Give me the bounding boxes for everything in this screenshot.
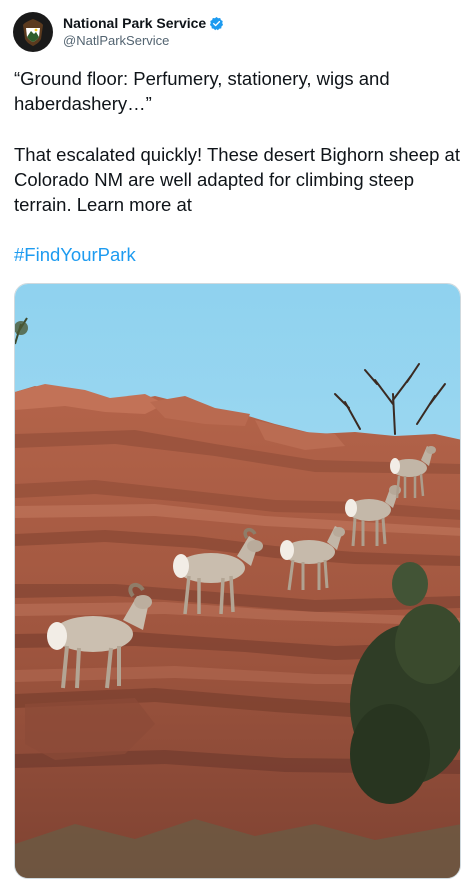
display-name-row: National Park Service [63, 14, 224, 32]
author-handle[interactable]: @NatlParkService [63, 32, 224, 50]
tweet-text: “Ground floor: Perfumery, stationery, wi… [14, 66, 462, 267]
avatar[interactable] [13, 12, 53, 52]
tweet-card: National Park Service @NatlParkService “… [0, 0, 474, 892]
tweet-paragraph-quote: “Ground floor: Perfumery, stationery, wi… [14, 68, 390, 114]
author-display-name[interactable]: National Park Service [63, 14, 206, 32]
verified-badge-icon [209, 16, 224, 31]
hashtag-link[interactable]: #FindYourPark [14, 244, 136, 265]
nps-arrowhead-logo-icon [16, 15, 50, 49]
hashtag-row: #FindYourPark [14, 242, 462, 267]
bighorn-sheep-photo [15, 284, 460, 878]
tweet-header: National Park Service @NatlParkService [13, 12, 224, 52]
tweet-photo[interactable] [14, 283, 461, 879]
tweet-paragraph-main: That escalated quickly! These desert Big… [14, 144, 460, 215]
author-names: National Park Service @NatlParkService [63, 14, 224, 50]
